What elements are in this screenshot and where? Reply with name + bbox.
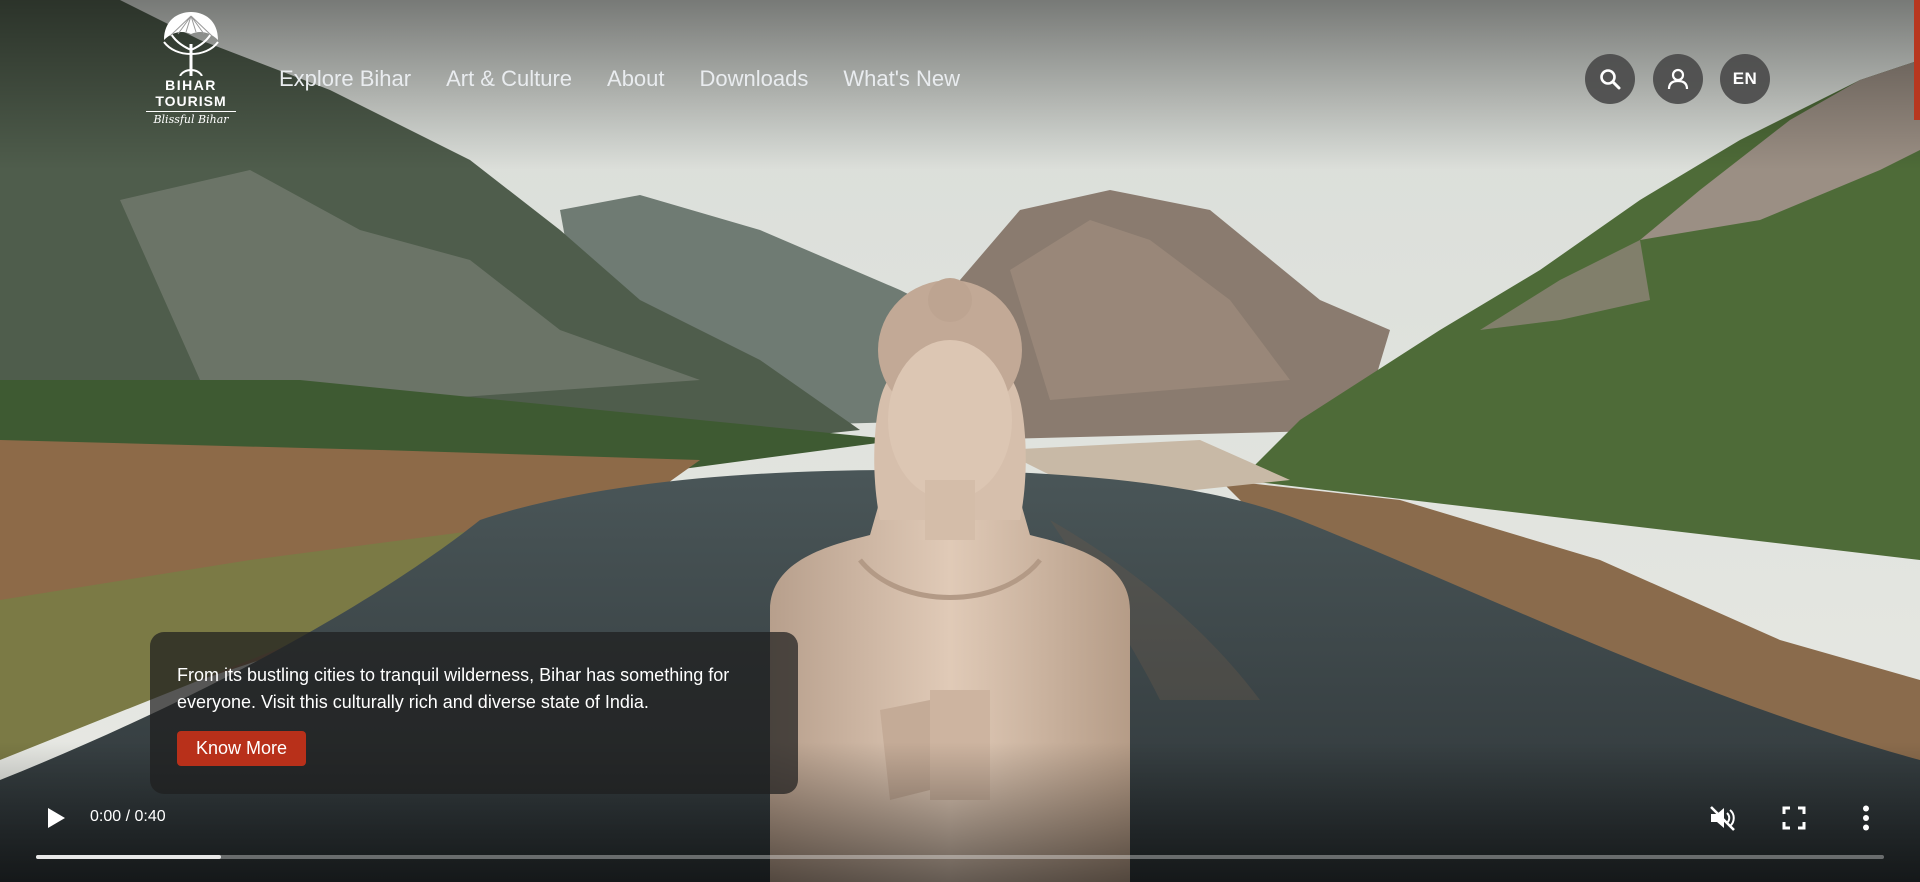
search-icon <box>1600 69 1621 90</box>
nav-item-art-culture[interactable]: Art & Culture <box>446 66 572 92</box>
main-nav: Explore Bihar Art & Culture About Downlo… <box>279 66 995 92</box>
more-options-icon <box>1863 805 1869 831</box>
nav-item-downloads[interactable]: Downloads <box>700 66 809 92</box>
language-button[interactable]: EN <box>1720 54 1770 104</box>
more-options-button[interactable] <box>1850 802 1882 834</box>
mute-icon <box>1710 806 1735 831</box>
mute-button[interactable] <box>1706 802 1738 834</box>
search-button[interactable] <box>1585 54 1635 104</box>
account-button[interactable] <box>1653 54 1703 104</box>
play-button[interactable] <box>42 804 70 832</box>
hero-video[interactable]: BIHAR TOURISM Blissful Bihar Explore Bih… <box>0 0 1920 882</box>
brand-tagline: Blissful Bihar <box>146 111 236 126</box>
video-progress-bar[interactable] <box>36 855 1884 859</box>
play-icon <box>48 808 65 828</box>
fullscreen-icon <box>1782 806 1806 830</box>
hero-description: From its bustling cities to tranquil wil… <box>177 665 730 712</box>
fullscreen-button[interactable] <box>1778 802 1810 834</box>
user-icon <box>1667 68 1689 90</box>
know-more-button[interactable]: Know More <box>177 731 307 766</box>
video-time: 0:00 / 0:40 <box>90 808 166 825</box>
nav-item-whats-new[interactable]: What's New <box>843 66 960 92</box>
nav-item-about[interactable]: About <box>607 66 665 92</box>
brand-logo[interactable]: BIHAR TOURISM Blissful Bihar <box>146 10 236 132</box>
brand-line2: TOURISM <box>155 93 227 109</box>
tree-logo-icon <box>163 12 219 76</box>
brand-line1: BIHAR <box>165 77 217 93</box>
nav-item-explore-bihar[interactable]: Explore Bihar <box>279 66 411 92</box>
hero-info-card: From its bustling cities to tranquil wil… <box>150 632 798 794</box>
video-progress-fill <box>36 855 221 859</box>
page-scrollbar[interactable] <box>1914 0 1920 120</box>
